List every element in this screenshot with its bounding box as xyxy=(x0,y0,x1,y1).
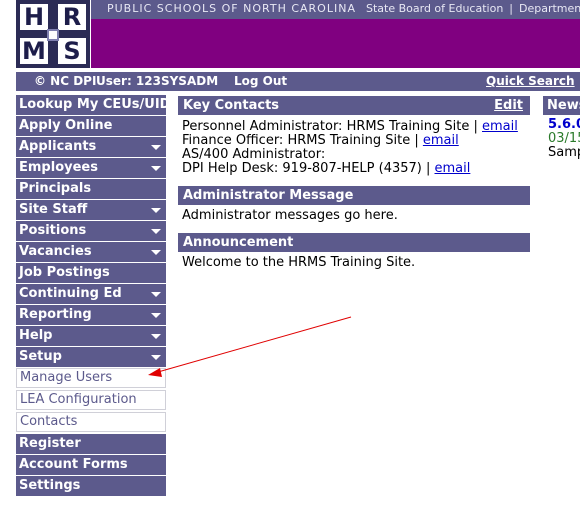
red-arrow-annotation xyxy=(148,316,352,377)
